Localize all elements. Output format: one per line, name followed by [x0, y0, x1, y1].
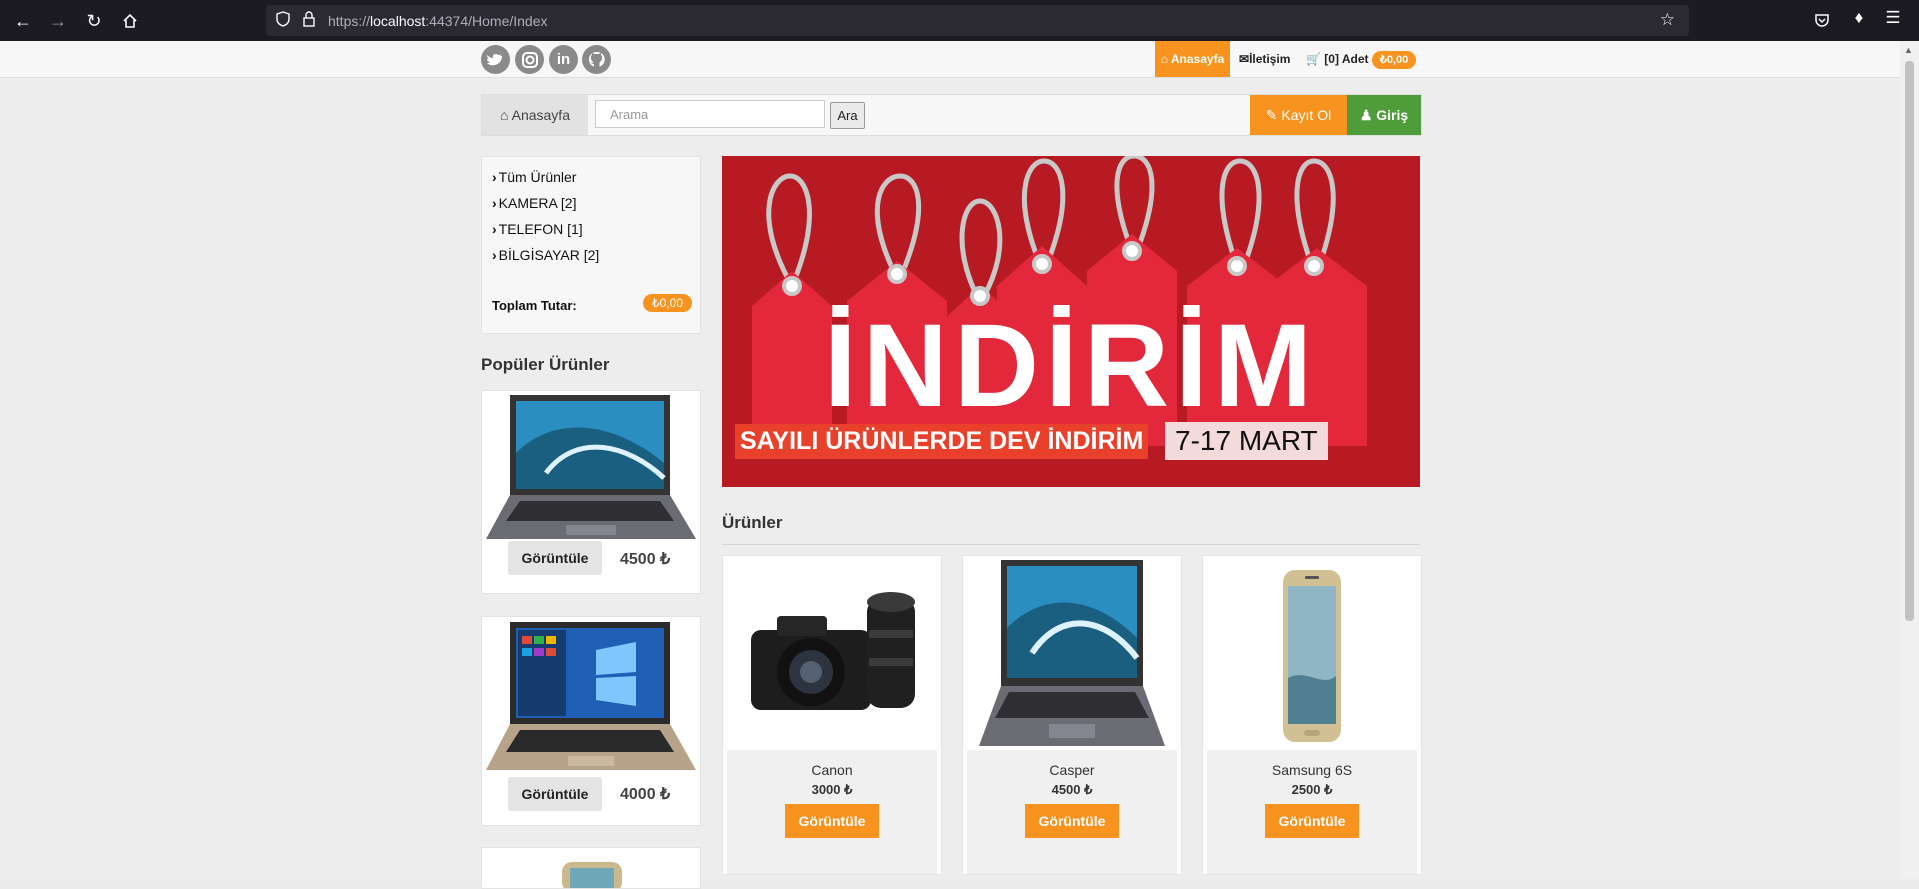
view-button[interactable]: Görüntüle — [508, 541, 602, 575]
search-navbar: ⌂ Anasayfa Arama Ara ✎ Kayıt Ol ♟ Giriş — [481, 94, 1422, 136]
home-icon: ⌂ — [500, 107, 509, 123]
cart-icon: 🛒 — [1306, 52, 1321, 66]
category-label: BİLGİSAYAR [2] — [498, 247, 600, 263]
address-bar[interactable]: https://localhost:44374/Home/Index ☆ — [266, 5, 1689, 36]
instagram-icon[interactable] — [515, 45, 544, 74]
nav-home-label: Anasayfa — [1170, 52, 1225, 66]
cart-total-badge: ₺0,00 — [1371, 51, 1417, 69]
product-price: 4500 ₺ — [1051, 782, 1093, 797]
search-button[interactable]: Ara — [830, 102, 865, 129]
product-price: 3000 ₺ — [811, 782, 853, 797]
product-info: Samsung 6S 2500 ₺ Görüntüle — [1207, 750, 1417, 874]
login-label: Giriş — [1376, 107, 1409, 123]
shield-icon[interactable] — [276, 11, 290, 30]
url-prefix: https:// — [328, 13, 371, 29]
banner-tagline: SAYILI ÜRÜNLERDE DEV İNDİRİM — [735, 424, 1149, 459]
category-item[interactable]: › KAMERA [2] — [492, 195, 576, 211]
user-icon: ♟ — [1359, 107, 1373, 123]
scroll-up-icon[interactable]: ▲ — [1904, 45, 1913, 55]
chevron-right-icon: › — [492, 169, 497, 185]
category-item[interactable]: › BİLGİSAYAR [2] — [492, 247, 599, 263]
url-text[interactable]: https://localhost:44374/Home/Index — [328, 13, 548, 29]
total-label: Toplam Tutar: — [492, 298, 577, 313]
page-content: in ⌂ Anasayfa ✉İletişim 🛒 [0] Adet ₺0,00… — [0, 41, 1900, 889]
star-icon[interactable]: ☆ — [1660, 10, 1675, 30]
envelope-icon: ✉ — [1239, 52, 1250, 66]
cart-count: [0] Adet — [1324, 52, 1369, 66]
home-button[interactable]: ⌂ Anasayfa — [482, 95, 588, 135]
top-bar: in ⌂ Anasayfa ✉İletişim 🛒 [0] Adet ₺0,00 — [0, 41, 1900, 78]
forward-icon[interactable]: → — [45, 8, 71, 34]
view-button[interactable]: Görüntüle — [1265, 804, 1359, 838]
product-card: Canon 3000 ₺ Görüntüle — [722, 555, 942, 875]
chevron-right-icon: › — [492, 247, 497, 263]
section-divider — [722, 544, 1420, 545]
product-info: Casper 4500 ₺ Görüntüle — [967, 750, 1177, 874]
category-list: › Tüm Ürünler › KAMERA [2] › TELEFON [1] › B… — [481, 156, 701, 334]
twitter-icon[interactable] — [481, 45, 510, 74]
banner-headline: İNDİRİM — [824, 300, 1318, 432]
nav-cart-link[interactable]: 🛒 [0] Adet ₺0,00 — [1306, 41, 1417, 77]
popular-product-card: Görüntüle 4500 ₺ — [481, 390, 701, 594]
view-button[interactable]: Görüntüle — [1025, 804, 1119, 838]
laptop-image — [979, 560, 1165, 746]
laptop-image — [486, 622, 696, 770]
linkedin-icon[interactable]: in — [549, 45, 578, 74]
product-name: Casper — [1049, 762, 1095, 778]
register-button[interactable]: ✎ Kayıt Ol — [1250, 95, 1347, 135]
category-label: TELEFON [1] — [498, 221, 583, 237]
home-icon: ⌂ — [1160, 52, 1168, 66]
product-price: 2500 ₺ — [1291, 782, 1333, 797]
category-item[interactable]: › Tüm Ürünler — [492, 169, 576, 185]
nav-home-link[interactable]: ⌂ Anasayfa — [1155, 41, 1230, 77]
laptop-image — [486, 395, 696, 539]
url-host: localhost — [370, 13, 426, 29]
browser-toolbar: ← → ↻ https://localhost:44374/Home/Index… — [0, 0, 1919, 41]
category-label: KAMERA [2] — [498, 195, 577, 211]
lock-icon[interactable] — [302, 11, 316, 30]
nav-contact-label: İletişim — [1249, 52, 1291, 66]
nav-contact-link[interactable]: ✉İletişim — [1239, 41, 1290, 77]
product-card: Casper 4500 ₺ Görüntüle — [962, 555, 1182, 875]
category-label: Tüm Ürünler — [498, 169, 577, 185]
product-name: Samsung 6S — [1271, 762, 1353, 778]
banner-date: 7-17 MART — [1165, 422, 1328, 460]
view-button[interactable]: Görüntüle — [508, 777, 602, 811]
github-icon[interactable] — [582, 45, 611, 74]
product-info: Canon 3000 ₺ Görüntüle — [727, 750, 937, 874]
menu-icon[interactable]: ☰ — [1881, 8, 1905, 28]
category-item[interactable]: › TELEFON [1] — [492, 221, 583, 237]
total-badge: ₺0,00 — [643, 294, 692, 312]
home-icon[interactable] — [117, 8, 143, 34]
product-card: Samsung 6S 2500 ₺ Görüntüle — [1202, 555, 1422, 875]
product-price: 4000 ₺ — [620, 786, 671, 803]
page-scrollbar[interactable]: ▲ — [1900, 41, 1919, 879]
home-button-label: Anasayfa — [511, 107, 570, 123]
popular-product-card: Görüntüle 4000 ₺ — [481, 616, 701, 826]
scrollbar-thumb[interactable] — [1905, 61, 1914, 621]
back-icon[interactable]: ← — [10, 8, 36, 34]
camera-image — [751, 592, 915, 710]
view-button[interactable]: Görüntüle — [785, 804, 879, 838]
chevron-right-icon: › — [492, 221, 497, 237]
product-name: Canon — [811, 762, 853, 778]
popular-product-card — [481, 847, 701, 889]
pocket-icon[interactable] — [1810, 8, 1834, 33]
chevron-right-icon: › — [492, 195, 497, 211]
popular-title: Popüler Ürünler — [481, 355, 610, 374]
phone-image — [562, 862, 622, 888]
register-label: Kayıt Ol — [1281, 107, 1332, 123]
products-title: Ürünler — [722, 513, 783, 532]
extensions-icon[interactable]: ♦ — [1847, 8, 1871, 28]
reload-icon[interactable]: ↻ — [81, 8, 107, 34]
login-button[interactable]: ♟ Giriş — [1347, 95, 1421, 135]
phone-image — [1283, 570, 1341, 742]
edit-icon: ✎ — [1265, 107, 1278, 123]
url-path: :44374/Home/Index — [425, 13, 548, 29]
search-input[interactable]: Arama — [595, 100, 825, 128]
product-price: 4500 ₺ — [620, 551, 671, 568]
promo-banner[interactable]: İNDİRİM SAYILI ÜRÜNLERDE DEV İNDİRİM 7-1… — [722, 156, 1420, 487]
